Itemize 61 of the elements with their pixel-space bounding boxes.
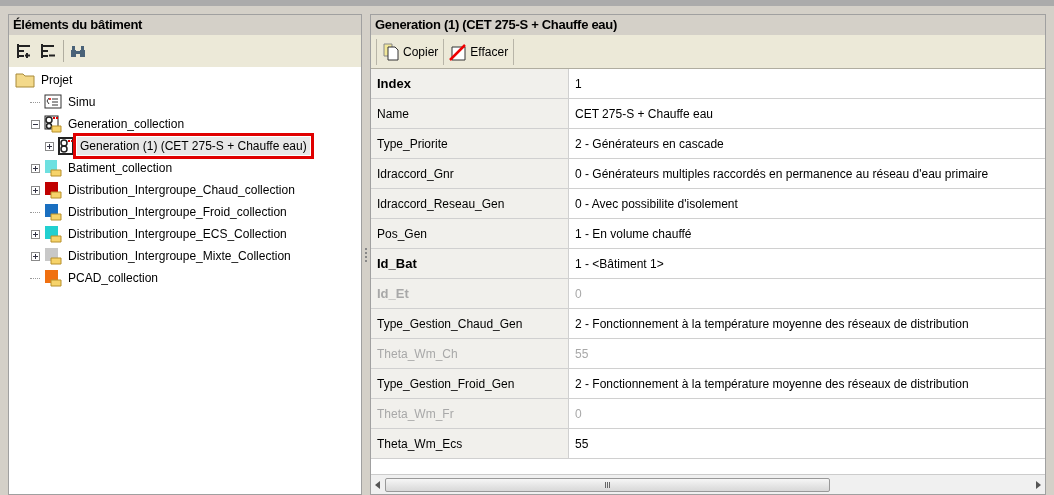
document-list-icon: [44, 94, 62, 110]
tree-item[interactable]: Distribution_Intergroupe_Froid_collection: [65, 203, 290, 221]
property-value[interactable]: 1 - En volume chauffé: [569, 219, 1045, 248]
expand-icon[interactable]: [30, 185, 40, 195]
scroll-right-icon[interactable]: [1035, 480, 1041, 489]
property-name: Theta_Wm_Ch: [371, 339, 569, 368]
expand-icon[interactable]: [30, 163, 40, 173]
property-name: Type_Priorite: [371, 129, 569, 158]
property-name: Index: [371, 69, 569, 98]
copy-icon: [382, 42, 400, 61]
tree-item[interactable]: Batiment_collection: [65, 159, 176, 177]
scroll-left-icon[interactable]: [375, 480, 381, 489]
property-value[interactable]: 2 - Fonctionnement à la température moyenne des réseaux de distribution: [569, 309, 1045, 338]
binoculars-icon[interactable]: [70, 44, 86, 58]
property-value[interactable]: CET 275-S + Chauffe eau: [569, 99, 1045, 128]
erase-button[interactable]: Effacer: [446, 38, 512, 65]
tree-item[interactable]: PCAD_collection: [65, 269, 162, 287]
property-name: Theta_Wm_Fr: [371, 399, 569, 428]
tree-item[interactable]: Distribution_Intergroupe_Chaud_collection: [65, 181, 298, 199]
tree-item[interactable]: Projet: [38, 71, 76, 89]
property-value[interactable]: 1: [569, 69, 1045, 98]
property-name: Id_Bat: [371, 249, 569, 278]
tree-item[interactable]: Generation_collection: [65, 115, 188, 133]
property-name: Type_Gestion_Froid_Gen: [371, 369, 569, 398]
property-name: Name: [371, 99, 569, 128]
building-folder-icon: [44, 159, 62, 177]
property-name: Type_Gestion_Chaud_Gen: [371, 309, 569, 338]
copy-button[interactable]: Copier: [379, 38, 442, 65]
scrollbar-thumb[interactable]: [385, 477, 830, 492]
expand-icon[interactable]: [30, 251, 40, 261]
add-node-icon[interactable]: [15, 43, 33, 59]
folder-icon: [15, 72, 35, 88]
remove-node-icon[interactable]: [39, 43, 57, 59]
folder-square-icon: [44, 225, 62, 243]
property-name: Pos_Gen: [371, 219, 569, 248]
property-name: Idraccord_Gnr: [371, 159, 569, 188]
tree-item[interactable]: Distribution_Intergroupe_Mixte_Collection: [65, 247, 294, 265]
property-value[interactable]: 2 - Fonctionnement à la température moyenne des réseaux de distribution: [569, 369, 1045, 398]
folder-square-icon: [44, 181, 62, 199]
tree-item[interactable]: Simu: [65, 93, 99, 111]
horizontal-scrollbar[interactable]: [371, 474, 1045, 494]
panel-title: Éléments du bâtiment: [9, 15, 361, 35]
folder-square-icon: [44, 269, 62, 287]
property-name: Id_Et: [371, 279, 569, 308]
erase-icon: [449, 42, 468, 61]
property-value[interactable]: 0 - Avec possibilite d'isolement: [569, 189, 1045, 218]
folder-square-icon: [44, 247, 62, 265]
generator-folder-icon: [44, 115, 62, 133]
property-value[interactable]: 1 - <Bâtiment 1>: [569, 249, 1045, 278]
folder-square-icon: [44, 203, 62, 221]
panel-title: Generation (1) (CET 275-S + Chauffe eau): [371, 15, 1045, 35]
expand-icon[interactable]: [44, 141, 54, 151]
tree-item[interactable]: Distribution_Intergroupe_ECS_Collection: [65, 225, 290, 243]
collapse-icon[interactable]: [30, 119, 40, 129]
property-value[interactable]: 0 - Générateurs multiples raccordés en permanence au réseau d'eau primaire: [569, 159, 1045, 188]
expand-icon[interactable]: [30, 229, 40, 239]
property-value[interactable]: 55: [569, 429, 1045, 458]
property-value[interactable]: 2 - Générateurs en cascade: [569, 129, 1045, 158]
property-name: Idraccord_Reseau_Gen: [371, 189, 569, 218]
generator-icon: [58, 137, 74, 155]
property-name: Theta_Wm_Ecs: [371, 429, 569, 458]
